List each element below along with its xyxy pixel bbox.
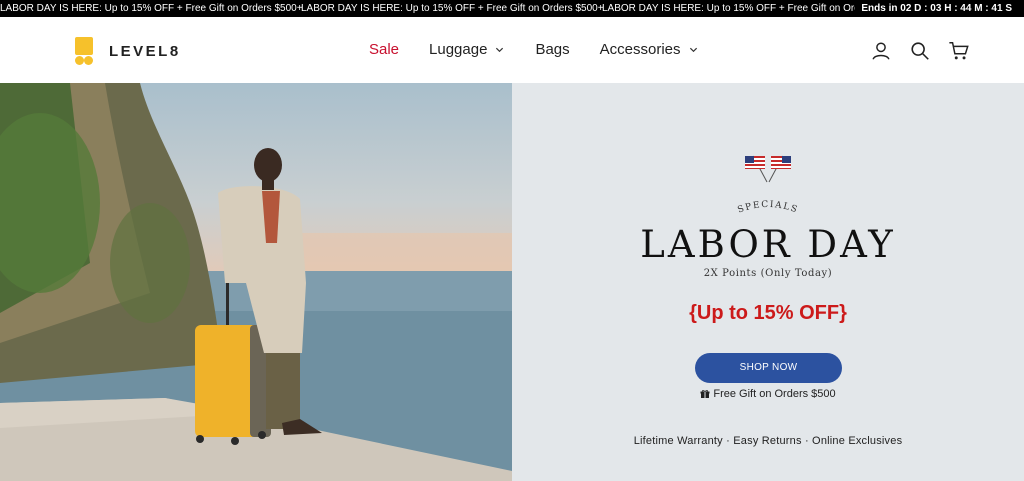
account-icon[interactable]	[870, 40, 892, 62]
nav-item-sale[interactable]: Sale	[369, 41, 399, 58]
promo-offer: {Up to 15% OFF}	[689, 302, 847, 324]
sale-countdown: Ends in 02 D : 03 H : 44 M : 41 S	[855, 0, 1024, 17]
free-gift-text: Free Gift on Orders $500	[713, 388, 836, 400]
hero-banner: SPECIALS LABOR DAY 2X Points (Only Today…	[0, 83, 1024, 481]
american-flags-icon	[745, 155, 791, 183]
perks-line: Lifetime Warranty · Easy Returns · Onlin…	[633, 435, 903, 447]
announcement-message[interactable]: LABOR DAY IS HERE: Up to 15% OFF + Free …	[0, 0, 303, 17]
promo-subtitle: 2X Points (Only Today)	[703, 268, 833, 279]
promo-title: LABOR DAY	[640, 223, 896, 266]
specials-text: SPECIALS	[736, 200, 798, 216]
nav-item-luggage[interactable]: Luggage	[429, 41, 504, 58]
announcement-bar: LABOR DAY IS HERE: Up to 15% OFF + Free …	[0, 0, 1024, 17]
logo-text: LEVEL8	[109, 42, 181, 60]
nav-item-bags[interactable]: Bags	[535, 41, 569, 58]
level8-logo-icon	[73, 37, 95, 65]
specials-label: SPECIALS	[736, 200, 799, 216]
svg-text:SPECIALS: SPECIALS	[736, 200, 799, 216]
main-nav: Sale Luggage Bags Accessories	[369, 41, 698, 58]
header-icons	[853, 40, 970, 62]
free-gift-note: Free Gift on Orders $500	[512, 388, 1024, 400]
chevron-down-icon	[689, 47, 697, 53]
announcement-message[interactable]: LABOR DAY IS HERE: Up to 15% OFF + Free …	[301, 0, 604, 17]
chevron-down-icon	[496, 47, 504, 53]
announcement-message[interactable]: LABOR DAY IS HERE: Up to 15% OFF + Free …	[602, 0, 899, 17]
hero-photo-illustration	[0, 83, 512, 481]
nav-item-label: Bags	[535, 41, 570, 58]
nav-item-label: Sale	[369, 41, 400, 58]
shop-now-button[interactable]: SHOP NOW	[695, 353, 842, 383]
site-header: LEVEL8 Sale Luggage Bags Accessories	[0, 17, 1024, 83]
search-icon[interactable]	[909, 40, 931, 62]
promo-panel: SPECIALS LABOR DAY 2X Points (Only Today…	[512, 83, 1024, 481]
nav-item-label: Accessories	[599, 41, 681, 58]
cart-icon[interactable]	[948, 40, 970, 62]
nav-item-label: Luggage	[429, 41, 488, 58]
nav-item-accessories[interactable]: Accessories	[600, 41, 698, 58]
gift-icon	[700, 389, 710, 398]
logo-link[interactable]: LEVEL8	[73, 37, 181, 65]
hero-image[interactable]	[0, 83, 512, 481]
